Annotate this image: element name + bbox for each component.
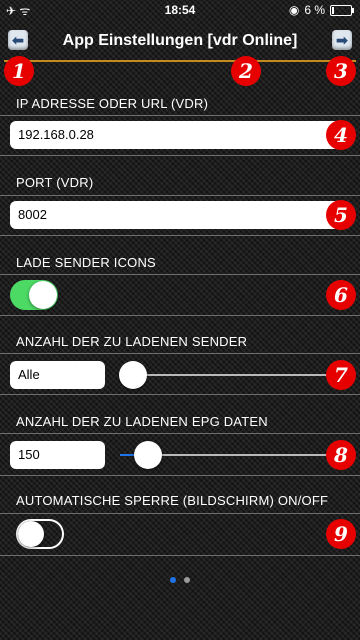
ip-input[interactable]: 192.168.0.28 [10,121,340,149]
sender-count-header: ANZAHL DER ZU LADENEN SENDER [16,334,248,349]
separator [0,274,360,275]
status-bar: ✈ ᯤ 18:54 ◉ 6 % [0,0,360,20]
marker-6: 6 [326,280,356,310]
separator [0,433,360,434]
port-input[interactable]: 8002 [10,201,340,229]
separator [0,394,360,395]
toggle-knob [29,281,57,309]
rotation-lock-icon: ◉ [288,3,300,17]
separator [0,475,360,476]
status-right: ◉ 6 % [288,3,354,17]
separator [0,513,360,514]
page-title: App Einstellungen [vdr Online] [62,32,298,49]
ip-header: IP ADRESSE ODER URL (VDR) [16,96,209,111]
separator [0,235,360,236]
marker-5: 5 [326,200,356,230]
separator [0,353,360,354]
auto-lock-header: AUTOMATISCHE SPERRE (BILDSCHIRM) ON/OFF [16,493,329,508]
battery-percent: 6 % [304,3,325,17]
page-dot[interactable] [184,577,190,583]
page-dot-active[interactable] [170,577,176,583]
sender-icons-header: LADE SENDER ICONS [16,255,156,270]
port-header: PORT (VDR) [16,175,94,190]
separator [0,195,360,196]
separator [0,115,360,116]
epg-count-slider-thumb[interactable] [134,441,162,469]
nav-divider [4,60,356,62]
auto-lock-toggle[interactable] [16,519,64,549]
sender-count-slider-track[interactable] [120,374,335,376]
marker-4: 4 [326,120,356,150]
sender-count-slider-thumb[interactable] [119,361,147,389]
epg-count-header: ANZAHL DER ZU LADENEN EPG DATEN [16,414,268,429]
sender-icons-toggle[interactable] [10,280,58,310]
separator [0,555,360,556]
separator [0,315,360,316]
toggle-knob [18,521,44,547]
marker-8: 8 [326,440,356,470]
marker-2: 2 [231,56,261,86]
marker-9: 9 [326,519,356,549]
marker-7: 7 [326,360,356,390]
battery-icon [330,4,354,16]
marker-3: 3 [326,56,356,86]
forward-button[interactable]: ➡ [332,30,352,50]
epg-count-input[interactable]: 150 [10,441,105,469]
marker-1: 1 [4,56,34,86]
sender-count-input[interactable]: Alle [10,361,105,389]
arrow-right-icon: ➡ [336,32,348,48]
separator [0,155,360,156]
